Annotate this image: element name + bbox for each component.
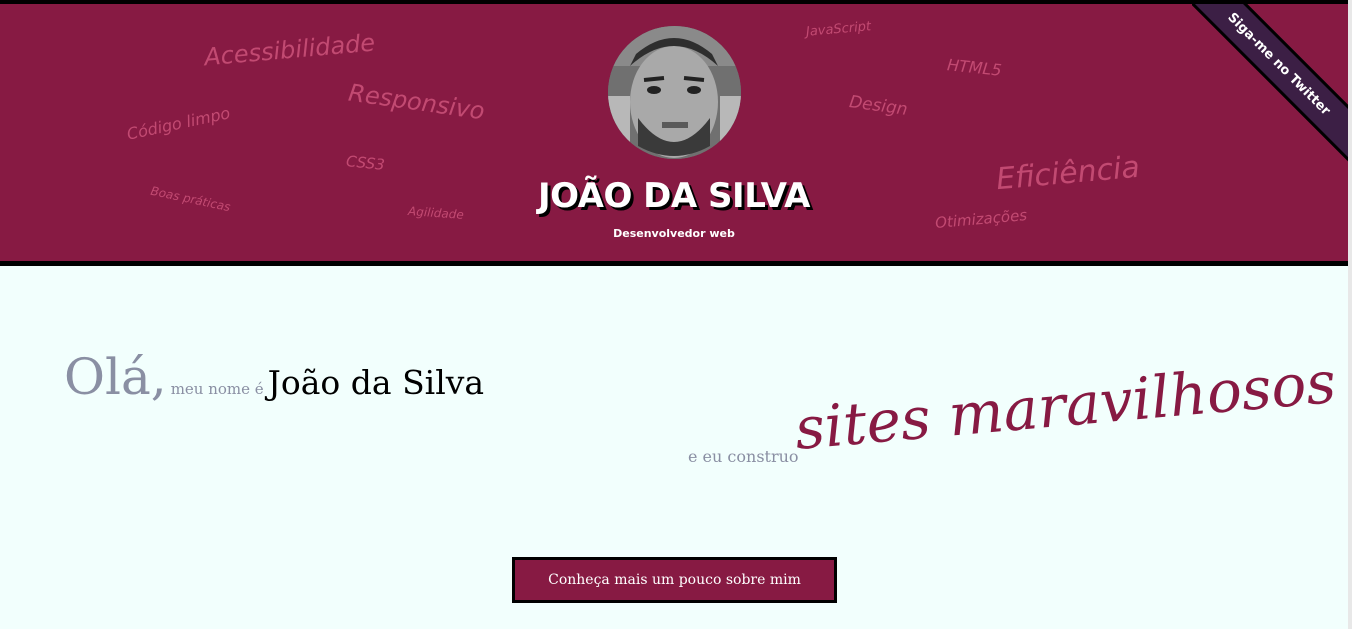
tag-codigo-limpo: Código limpo [125,103,232,144]
tagline-sites: sites maravilhosos [792,347,1339,463]
header-banner: Acessibilidade Responsivo Código limpo C… [0,4,1352,261]
profile-photo [608,26,741,159]
about-me-button[interactable]: Conheça mais um pouco sobre mim [512,557,837,603]
twitter-follow-ribbon[interactable]: Siga-me no Twitter [1192,4,1352,162]
header-role: Desenvolvedor web [613,227,735,240]
tag-css3: CSS3 [345,152,386,174]
intro-greeting: Olá, meu nome é João da Silva [64,348,484,406]
greeting-ola: Olá, [64,348,167,406]
page-scroll-edge [1348,0,1352,629]
tag-responsivo: Responsivo [346,78,487,126]
header-name: JOÃO DA SILVA [537,176,811,216]
tag-html5: HTML5 [946,55,1003,80]
tag-javascript: JavaScript [805,19,872,40]
greeting-meu-nome: meu nome é [170,380,264,398]
tag-design: Design [847,92,909,120]
twitter-ribbon-container: Siga-me no Twitter [1192,4,1352,164]
greeting-name: João da Silva [267,363,485,402]
profile-photo-image [608,26,741,159]
tag-acessibilidade: Acessibilidade [203,28,377,72]
header-divider [0,261,1348,266]
tagline-eu-construo: e eu construo [688,447,799,466]
